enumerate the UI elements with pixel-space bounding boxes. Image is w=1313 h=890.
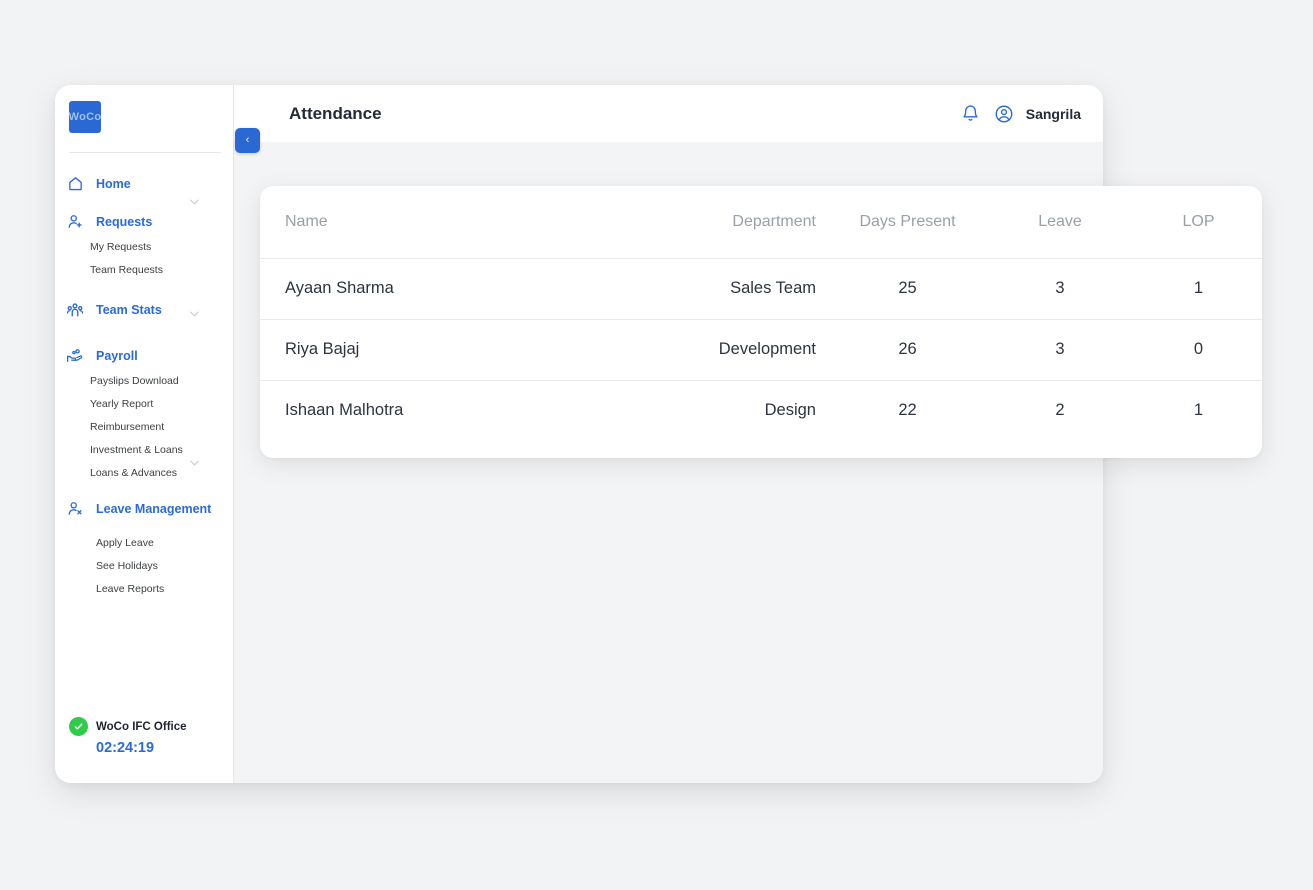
sidebar-item-payroll[interactable]: Payroll bbox=[55, 341, 234, 370]
column-header-leave[interactable]: Leave bbox=[985, 186, 1135, 258]
table-row[interactable]: Ishaan Malhotra Design 22 2 1 bbox=[260, 380, 1262, 441]
column-header-days-present[interactable]: Days Present bbox=[830, 186, 985, 258]
sidebar-item-requests[interactable]: Requests bbox=[55, 199, 234, 236]
sidebar-item-leave-management[interactable]: Leave Management bbox=[55, 494, 234, 523]
person-add-icon bbox=[66, 213, 84, 231]
chevron-down-icon[interactable] bbox=[190, 460, 199, 466]
attendance-table: Name Department Days Present Leave LOP A… bbox=[260, 186, 1262, 441]
sidebar-item-investment-loans[interactable]: Investment & Loans bbox=[55, 439, 234, 462]
sidebar-item-apply-leave[interactable]: Apply Leave bbox=[55, 532, 234, 555]
cell-days-present: 26 bbox=[898, 340, 917, 358]
cell-name: Ayaan Sharma bbox=[285, 279, 394, 297]
payroll-hand-coins-icon bbox=[66, 347, 84, 365]
cell-department: Development bbox=[718, 340, 816, 358]
sidebar-footer: WoCo IFC Office 02:24:19 bbox=[55, 717, 234, 756]
cell-leave: 2 bbox=[1055, 401, 1065, 420]
sidebar-item-see-holidays[interactable]: See Holidays bbox=[55, 555, 234, 578]
chevron-down-icon[interactable] bbox=[190, 199, 199, 205]
table-body: Ayaan Sharma Sales Team 25 3 1 Riya Baja… bbox=[260, 258, 1262, 441]
column-header-department[interactable]: Department bbox=[630, 186, 830, 258]
page-title: Attendance bbox=[289, 103, 382, 123]
cell-name: Ishaan Malhotra bbox=[285, 401, 404, 420]
topbar: Attendance Sangrila bbox=[234, 85, 1103, 142]
table-row[interactable]: Riya Bajaj Development 26 3 0 bbox=[260, 319, 1262, 380]
cell-leave: 3 bbox=[1055, 279, 1065, 297]
sidebar-item-label: Loans & Advances bbox=[90, 467, 177, 479]
sidebar-divider bbox=[69, 152, 221, 153]
cell-days-present: 22 bbox=[898, 401, 917, 420]
sidebar-item-loans-advances[interactable]: Loans & Advances bbox=[55, 460, 234, 485]
bell-icon[interactable] bbox=[960, 103, 981, 124]
sidebar-item-my-requests[interactable]: My Requests bbox=[55, 236, 234, 259]
table-header: Name Department Days Present Leave LOP bbox=[260, 186, 1262, 258]
cell-department: Design bbox=[764, 401, 816, 420]
person-leave-icon bbox=[66, 500, 84, 518]
cell-days-present: 25 bbox=[898, 279, 917, 297]
office-timer: 02:24:19 bbox=[96, 740, 155, 756]
home-icon bbox=[66, 175, 84, 193]
column-header-name[interactable]: Name bbox=[260, 186, 630, 258]
column-header-lop[interactable]: LOP bbox=[1135, 186, 1262, 258]
cell-department: Sales Team bbox=[730, 279, 816, 297]
office-status-row: WoCo IFC Office bbox=[69, 717, 234, 736]
chevron-down-icon[interactable] bbox=[190, 311, 199, 317]
sidebar-item-leave-reports[interactable]: Leave Reports bbox=[55, 578, 234, 601]
user-name[interactable]: Sangrila bbox=[1026, 106, 1081, 122]
sidebar-item-payslips-download[interactable]: Payslips Download bbox=[55, 370, 234, 393]
office-name: WoCo IFC Office bbox=[96, 720, 187, 733]
sidebar-item-label: Team Stats bbox=[96, 302, 162, 317]
app-logo[interactable]: WoCo bbox=[69, 101, 101, 133]
sidebar-item-yearly-report[interactable]: Yearly Report bbox=[55, 393, 234, 416]
sidebar-item-reimbursement[interactable]: Reimbursement bbox=[55, 416, 234, 439]
sidebar-item-label: Leave Management bbox=[96, 501, 212, 516]
account-circle-icon[interactable] bbox=[994, 103, 1015, 124]
app-logo-text: WoCo bbox=[68, 111, 102, 123]
table-header-row: Name Department Days Present Leave LOP bbox=[260, 186, 1262, 258]
cell-lop: 1 bbox=[1193, 401, 1204, 420]
cell-lop: 0 bbox=[1193, 340, 1204, 358]
topbar-actions: Sangrila bbox=[960, 103, 1081, 124]
sidebar-item-home[interactable]: Home bbox=[55, 169, 234, 198]
sidebar-collapse-toggle[interactable]: ‹ bbox=[235, 128, 260, 153]
sidebar-item-team-requests[interactable]: Team Requests bbox=[55, 259, 234, 282]
attendance-table-card: Name Department Days Present Leave LOP A… bbox=[260, 186, 1262, 458]
sidebar-item-label: Payroll bbox=[96, 348, 138, 363]
cell-lop: 1 bbox=[1193, 279, 1204, 297]
sidebar-item-label: Requests bbox=[96, 214, 153, 229]
sidebar-item-team-stats[interactable]: Team Stats bbox=[55, 295, 234, 324]
cell-name: Riya Bajaj bbox=[285, 340, 360, 358]
sidebar: WoCo Home Requests My Requests Team Requ… bbox=[55, 85, 234, 783]
check-circle-icon bbox=[69, 717, 88, 736]
people-group-icon bbox=[66, 301, 84, 319]
table-row[interactable]: Ayaan Sharma Sales Team 25 3 1 bbox=[260, 258, 1262, 319]
sidebar-item-label: Home bbox=[96, 176, 131, 191]
sidebar-nav: Home Requests My Requests Team Requests … bbox=[55, 169, 234, 601]
cell-leave: 3 bbox=[1055, 340, 1065, 358]
